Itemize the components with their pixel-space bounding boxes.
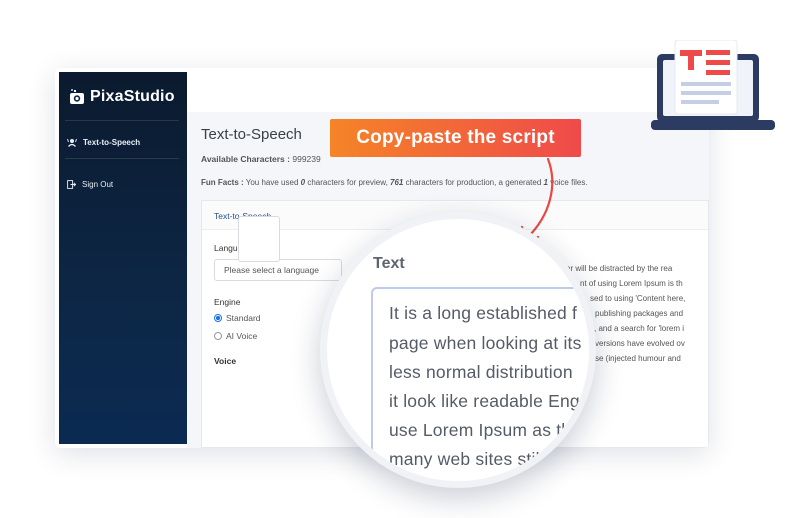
text-line: use Lorem Ipsum as th (389, 420, 572, 440)
copy-paste-callout: Copy-paste the script (330, 119, 581, 157)
engine-ai-voice-radio[interactable]: AI Voice (214, 331, 257, 341)
voice-select-edge[interactable] (238, 216, 280, 262)
sign-out-icon (67, 180, 76, 189)
sidebar-item-label: Text-to-Speech (83, 138, 141, 147)
preview-count: 0 (300, 178, 306, 187)
sidebar-divider (65, 120, 179, 121)
text-line: sed to using 'Content here, (590, 294, 686, 303)
language-select[interactable]: Please select a language (214, 259, 342, 281)
text-line: publishing packages and (595, 309, 684, 318)
sidebar-item-text-to-speech[interactable]: Text-to-Speech (67, 138, 140, 147)
available-characters: Available Characters : 999239 (201, 154, 321, 164)
text-line: It is a long established f (389, 303, 578, 323)
magnifier: Text It is a long established f page whe… (320, 212, 596, 488)
sidebar: PixaStudio Text-to-Speech Sign Out (59, 72, 187, 444)
radio-unselected-icon (214, 332, 222, 340)
text-laptop-icon (651, 40, 775, 130)
text-line: nt of using Lorem Ipsum is th (580, 279, 683, 288)
voice-label: Voice (214, 356, 237, 366)
speech-icon (67, 138, 77, 147)
available-characters-label: Available Characters : (201, 154, 290, 164)
sidebar-item-sign-out[interactable]: Sign Out (67, 180, 113, 189)
available-characters-value: 999239 (292, 154, 321, 164)
fun-facts-text: You have used (245, 178, 299, 187)
radio-selected-icon (214, 314, 222, 322)
engine-standard-radio[interactable]: Standard (214, 313, 261, 323)
sidebar-divider (65, 158, 179, 159)
text-field-label: Text (373, 255, 405, 272)
page-title: Text-to-Speech (201, 126, 302, 143)
text-line: page when looking at its (389, 333, 582, 353)
brand-logo[interactable]: PixaStudio (69, 88, 175, 106)
text-line: many web sites still (389, 449, 544, 469)
language-placeholder: Please select a language (224, 265, 319, 275)
top-bar (187, 68, 709, 112)
fun-facts-text: characters for preview, (307, 178, 388, 187)
text-line: less normal distribution (389, 362, 573, 382)
sidebar-item-label: Sign Out (82, 180, 114, 189)
fun-facts-text: characters for production, a (405, 178, 504, 187)
text-line: er will be distracted by the rea (566, 264, 673, 273)
brand-name: PixaStudio (90, 88, 175, 105)
engine-label: Engine (214, 297, 241, 307)
radio-label: Standard (226, 313, 261, 323)
production-count: 761 (390, 178, 404, 187)
camera-logo-icon (70, 89, 84, 104)
text-line: se (injected humour and (595, 354, 681, 363)
text-line: it look like readable Eng (389, 391, 580, 411)
text-line: versions have evolved ov (595, 339, 685, 348)
text-line: metimes by (405, 478, 497, 488)
text-line: , and a search for 'lorem i (594, 324, 685, 333)
radio-label: AI Voice (226, 331, 258, 341)
fun-facts-label: Fun Facts : (201, 178, 244, 187)
